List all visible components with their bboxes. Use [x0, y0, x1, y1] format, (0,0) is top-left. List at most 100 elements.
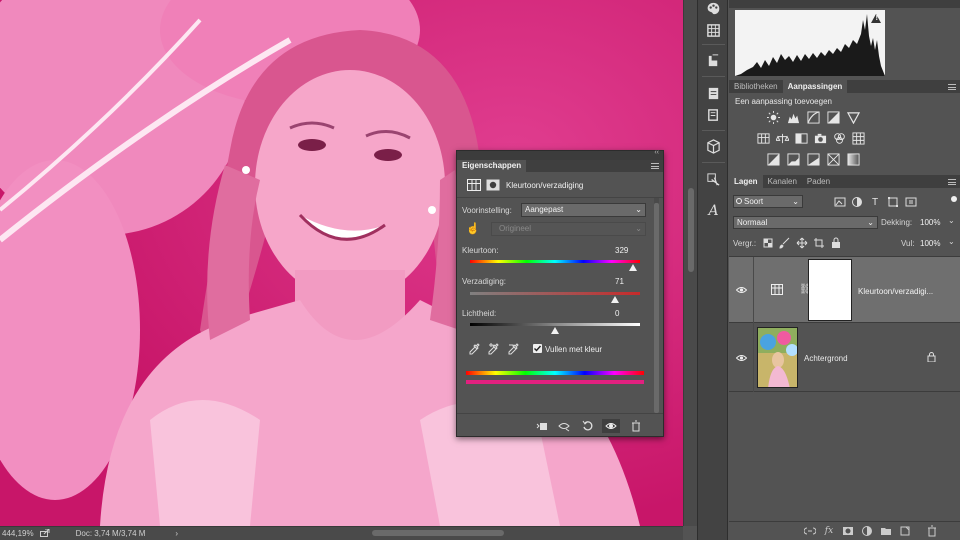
channel-mixer-icon[interactable]: [832, 131, 846, 145]
color-lookup-icon[interactable]: [851, 131, 865, 145]
saturation-slider-thumb[interactable]: [611, 296, 620, 303]
hue-value[interactable]: 329: [615, 246, 628, 255]
filter-adjustment-icon[interactable]: [850, 196, 864, 208]
hue-slider-track[interactable]: [470, 260, 640, 263]
export-icon[interactable]: [39, 528, 50, 539]
lightness-slider-track[interactable]: [470, 323, 640, 326]
type-style-icon[interactable]: A: [704, 202, 723, 219]
opacity-value[interactable]: 100%: [920, 218, 940, 227]
trash-icon[interactable]: [925, 525, 939, 537]
visibility-eye-icon[interactable]: [735, 286, 748, 296]
layer-row-hue-saturation[interactable]: ⛓ Kleurtoon/verzadigi...: [729, 256, 960, 324]
layer-thumbnail[interactable]: [757, 327, 798, 388]
eyedropper-plus-icon[interactable]: [488, 343, 500, 357]
visibility-eye-icon[interactable]: [735, 354, 748, 364]
clip-to-layer-icon[interactable]: [535, 420, 549, 432]
lock-brush-icon[interactable]: [778, 237, 792, 249]
tab-kanalen[interactable]: Kanalen: [763, 175, 802, 188]
layers-menu-icon[interactable]: [948, 179, 956, 185]
channel-select[interactable]: Origineel ⌄: [491, 222, 646, 236]
lightness-value[interactable]: 0: [615, 309, 619, 318]
mask-icon[interactable]: [486, 179, 500, 193]
threshold-icon[interactable]: [806, 152, 820, 166]
photo-filter-icon[interactable]: [813, 131, 827, 145]
delete-adjustment-icon[interactable]: [629, 420, 643, 432]
invert-icon[interactable]: [766, 152, 780, 166]
colorize-checkbox[interactable]: [533, 344, 542, 353]
filter-type-icon[interactable]: T: [868, 196, 882, 208]
tab-aanpassingen[interactable]: Aanpassingen: [782, 80, 848, 93]
fx-icon[interactable]: fx: [822, 525, 836, 537]
filter-pixel-icon[interactable]: [833, 196, 847, 208]
properties-panel[interactable]: ‹‹ Eigenschappen Kleurtoon/verzadiging V…: [456, 149, 664, 437]
lock-transparency-icon[interactable]: [761, 237, 775, 249]
new-adjustment-icon[interactable]: [860, 525, 874, 537]
lightness-slider-thumb[interactable]: [551, 327, 559, 334]
layer-name[interactable]: Achtergrond: [804, 354, 848, 363]
hue-saturation-icon[interactable]: [756, 131, 770, 145]
copy-icon[interactable]: [704, 107, 723, 124]
tab-lagen[interactable]: Lagen: [729, 175, 763, 188]
filter-smart-object-icon[interactable]: [904, 196, 918, 208]
notes-icon[interactable]: [704, 85, 723, 102]
saturation-value[interactable]: 71: [615, 277, 624, 286]
exposure-icon[interactable]: [826, 110, 840, 124]
fill-chevron-icon[interactable]: ⌄: [948, 237, 955, 246]
layer-row-background[interactable]: Achtergrond: [729, 324, 960, 392]
lock-move-icon[interactable]: [795, 237, 809, 249]
opacity-chevron-icon[interactable]: ⌄: [948, 216, 955, 225]
layer-mask-thumbnail[interactable]: [808, 259, 852, 321]
add-mask-icon[interactable]: [841, 525, 855, 537]
status-arrow-icon[interactable]: ›: [175, 529, 178, 538]
selective-color-icon[interactable]: [826, 152, 840, 166]
properties-titlebar[interactable]: ‹‹: [457, 149, 663, 160]
new-group-icon[interactable]: [879, 525, 893, 537]
preset-select[interactable]: Aangepast ⌄: [521, 203, 646, 217]
scrollbar-thumb[interactable]: [688, 188, 694, 272]
horizontal-scrollbar[interactable]: [372, 530, 504, 536]
colorize-label[interactable]: Vullen met kleur: [545, 345, 602, 354]
new-layer-icon[interactable]: [898, 525, 912, 537]
link-layers-icon[interactable]: [803, 525, 817, 537]
properties-scrollbar[interactable]: [654, 198, 659, 413]
vertical-scrollbar[interactable]: [683, 0, 697, 526]
gradient-map-icon[interactable]: [846, 152, 860, 166]
text-on-path-icon[interactable]: [704, 171, 723, 188]
hue-slider-thumb[interactable]: [628, 264, 637, 271]
document-size[interactable]: Doc: 3,74 M/3,74 M: [76, 529, 146, 538]
collapse-icon[interactable]: ‹‹: [654, 149, 659, 156]
grid-icon[interactable]: [704, 22, 723, 39]
filter-shape-icon[interactable]: [886, 196, 900, 208]
layer-name[interactable]: Kleurtoon/verzadigi...: [858, 287, 933, 296]
view-previous-state-icon[interactable]: [557, 420, 571, 432]
properties-scroll-thumb[interactable]: [654, 203, 659, 413]
lock-all-icon[interactable]: [829, 237, 843, 249]
tab-bibliotheken[interactable]: Bibliotheken: [729, 80, 783, 93]
vibrance-icon[interactable]: [846, 110, 860, 124]
tab-paden[interactable]: Paden: [802, 175, 835, 188]
reset-icon[interactable]: [581, 420, 595, 432]
palette-icon[interactable]: [704, 0, 723, 17]
properties-menu-icon[interactable]: [651, 163, 659, 169]
levels-icon[interactable]: [786, 110, 800, 124]
saturation-slider-track[interactable]: [470, 292, 640, 295]
lock-artboard-icon[interactable]: [812, 237, 826, 249]
fill-handle-icon[interactable]: [704, 52, 723, 69]
color-balance-icon[interactable]: [775, 131, 789, 145]
brightness-icon[interactable]: [766, 110, 780, 124]
fill-value[interactable]: 100%: [920, 239, 940, 248]
tab-eigenschappen[interactable]: Eigenschappen: [457, 160, 527, 172]
layer-filter-select[interactable]: Soort ⌄: [733, 195, 803, 208]
panel-menu-icon[interactable]: [948, 84, 956, 90]
filter-toggle[interactable]: [951, 196, 957, 202]
eyedropper-minus-icon[interactable]: [508, 343, 520, 357]
zoom-level[interactable]: 444,19%: [2, 529, 34, 538]
blend-mode-select[interactable]: Normaal ⌄: [733, 216, 878, 229]
eyedropper-icon[interactable]: [469, 343, 480, 357]
targeted-adjustment-hand-icon[interactable]: ☝: [466, 222, 480, 235]
toggle-visibility-eye-icon[interactable]: [602, 419, 620, 433]
black-white-icon[interactable]: [794, 131, 808, 145]
posterize-icon[interactable]: [786, 152, 800, 166]
cube-icon[interactable]: [704, 138, 723, 155]
curves-icon[interactable]: [806, 110, 820, 124]
